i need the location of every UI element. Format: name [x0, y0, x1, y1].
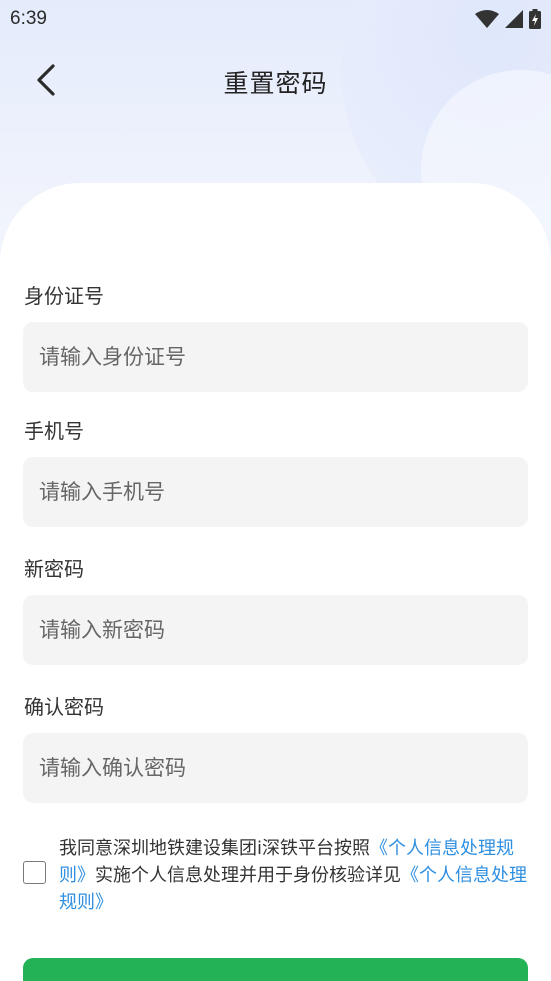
phone-label: 手机号: [24, 419, 84, 443]
submit-button[interactable]: [23, 958, 528, 981]
navigation-bar: 重置密码: [0, 50, 551, 112]
id-card-input[interactable]: [23, 322, 528, 392]
id-card-label: 身份证号: [24, 284, 104, 308]
signal-icon: [505, 10, 523, 28]
new-password-label: 新密码: [24, 557, 84, 581]
battery-charging-icon: [529, 9, 541, 29]
confirm-password-label: 确认密码: [24, 695, 104, 719]
agreement-text: 我同意深圳地铁建设集团i深铁平台按照《个人信息处理规则》实施个人信息处理并用于身…: [59, 835, 533, 916]
agreement-checkbox[interactable]: [23, 861, 46, 884]
status-time: 6:39: [10, 8, 47, 29]
new-password-input[interactable]: [23, 595, 528, 665]
agreement-text-part1: 我同意深圳地铁建设集团i深铁平台按照: [59, 838, 370, 859]
page-title: 重置密码: [223, 69, 328, 98]
phone-input[interactable]: [23, 457, 528, 527]
status-icons: [475, 9, 541, 29]
wifi-icon: [475, 10, 499, 28]
status-bar: 6:39: [0, 0, 551, 38]
agreement-text-part2: 实施个人信息处理并用于身份核验详见: [95, 865, 401, 886]
confirm-password-input[interactable]: [23, 733, 528, 803]
agreement-section: 我同意深圳地铁建设集团i深铁平台按照《个人信息处理规则》实施个人信息处理并用于身…: [23, 835, 533, 915]
